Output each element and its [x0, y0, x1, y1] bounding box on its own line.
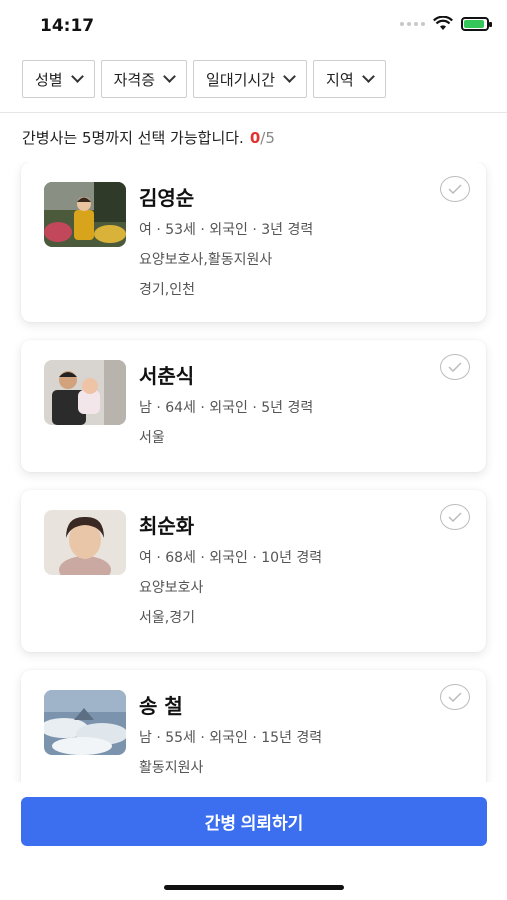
caregiver-list: 김영순 여 · 53세 · 외국인 · 3년 경력 요양보호사,활동지원사 경기… [0, 162, 507, 782]
request-care-button[interactable]: 간병 의뢰하기 [21, 797, 487, 846]
status-time: 14:17 [40, 16, 95, 36]
filter-bar: 성별 자격증 일대기시간 지역 [0, 60, 507, 112]
filter-gender[interactable]: 성별 [22, 60, 95, 98]
caregiver-regions: 경기,인천 [139, 282, 195, 298]
caregiver-name: 김영순 [139, 186, 195, 210]
caregiver-name: 서춘식 [139, 364, 195, 388]
chevron-down-icon [70, 70, 84, 83]
caregiver-photo [44, 690, 126, 755]
selection-info: 간병사는 5명까지 선택 가능합니다. 0/5 [22, 127, 275, 148]
caregiver-regions: 서울,경기 [139, 610, 195, 626]
signal-icon [400, 21, 425, 26]
caregiver-name: 최순화 [139, 514, 195, 538]
home-indicator [164, 885, 344, 890]
filter-certification[interactable]: 자격증 [100, 60, 188, 98]
divider [0, 112, 507, 113]
caregiver-card[interactable]: 김영순 여 · 53세 · 외국인 · 3년 경력 요양보호사,활동지원사 경기… [21, 162, 486, 322]
caregiver-card[interactable]: 송 철 남 · 55세 · 외국인 · 15년 경력 활동지원사 [21, 670, 486, 782]
filter-gender-label: 성별 [35, 70, 63, 89]
chevron-down-icon [283, 70, 296, 83]
status-icons [400, 16, 492, 31]
caregiver-details: 남 · 55세 · 외국인 · 15년 경력 [139, 730, 323, 746]
filter-waiting-time[interactable]: 일대기시간 [193, 60, 308, 98]
chevron-down-icon [361, 70, 375, 83]
check-icon [448, 362, 462, 372]
selection-count: 0 [249, 129, 261, 147]
selection-max: 5 [265, 129, 275, 147]
filter-certification-label: 자격증 [113, 70, 156, 89]
caregiver-card[interactable]: 서춘식 남 · 64세 · 외국인 · 5년 경력 서울 [21, 340, 486, 472]
wifi-icon [433, 16, 453, 30]
select-checkbox[interactable] [440, 684, 470, 710]
check-icon [448, 512, 462, 522]
caregiver-photo [44, 360, 126, 425]
caregiver-certifications: 요양보호사 [139, 580, 204, 596]
caregiver-photo [44, 510, 126, 575]
selection-text: 간병사는 5명까지 선택 가능합니다. [22, 129, 244, 147]
filter-region[interactable]: 지역 [313, 60, 386, 98]
check-icon [448, 184, 462, 194]
caregiver-card[interactable]: 최순화 여 · 68세 · 외국인 · 10년 경력 요양보호사 서울,경기 [21, 490, 486, 652]
chevron-down-icon [163, 70, 176, 83]
caregiver-regions: 서울 [139, 430, 165, 446]
select-checkbox[interactable] [440, 176, 470, 202]
check-icon [448, 692, 462, 702]
select-checkbox[interactable] [440, 504, 470, 530]
select-checkbox[interactable] [440, 354, 470, 380]
caregiver-details: 남 · 64세 · 외국인 · 5년 경력 [139, 400, 314, 416]
battery-icon [461, 16, 492, 31]
bottom-action-area: 간병 의뢰하기 [0, 782, 507, 900]
filter-region-label: 지역 [326, 70, 354, 89]
caregiver-details: 여 · 53세 · 외국인 · 3년 경력 [139, 222, 314, 238]
filter-waiting-time-label: 일대기시간 [206, 70, 276, 89]
caregiver-certifications: 요양보호사,활동지원사 [139, 252, 273, 268]
caregiver-name: 송 철 [139, 694, 183, 718]
caregiver-photo [44, 182, 126, 247]
status-bar: 14:17 [0, 0, 507, 50]
caregiver-certifications: 활동지원사 [139, 760, 204, 776]
caregiver-details: 여 · 68세 · 외국인 · 10년 경력 [139, 550, 323, 566]
